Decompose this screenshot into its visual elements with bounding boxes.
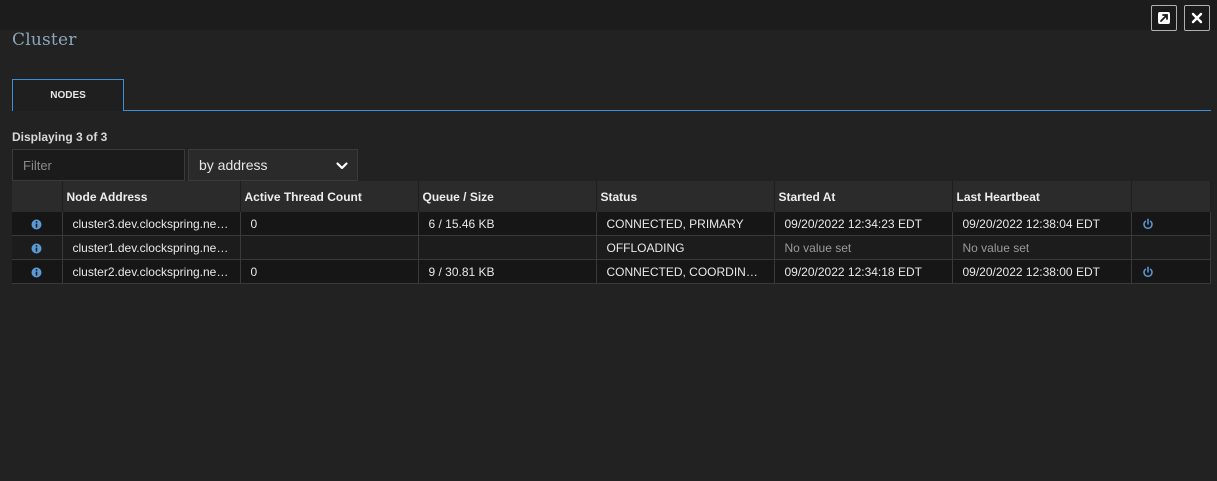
close-icon — [1191, 12, 1203, 24]
started-at-cell: 09/20/2022 12:34:18 EDT — [774, 259, 953, 284]
row-actions-cell — [1131, 235, 1211, 260]
display-count: Displaying 3 of 3 — [12, 130, 108, 144]
started-at-cell: No value set — [774, 235, 953, 260]
popout-icon — [1158, 12, 1170, 24]
tab-nodes[interactable]: NODES — [12, 79, 124, 111]
table-row: cluster3.dev.clockspring.net:... 0 6 / 1… — [12, 212, 1211, 236]
column-header-info — [12, 181, 63, 212]
info-icon[interactable] — [31, 243, 42, 254]
power-icon[interactable] — [1142, 218, 1154, 230]
table-header-row: Node Address Active Thread Count Queue /… — [12, 181, 1211, 212]
status-cell: CONNECTED, COORDINATOR — [596, 259, 775, 284]
queue-size-cell — [418, 235, 597, 260]
popout-button[interactable] — [1151, 5, 1177, 31]
table-row: cluster1.dev.clockspring.net:... OFFLOAD… — [12, 235, 1211, 260]
active-thread-count-cell: 0 — [240, 259, 419, 284]
row-actions-cell — [1131, 212, 1211, 236]
last-heartbeat-cell: 09/20/2022 12:38:04 EDT — [952, 212, 1132, 236]
queue-size-cell: 9 / 30.81 KB — [418, 259, 597, 284]
column-header-node-address[interactable]: Node Address — [62, 181, 241, 212]
page-title: Cluster — [12, 30, 77, 50]
nodes-table: Node Address Active Thread Count Queue /… — [12, 181, 1211, 284]
chevron-down-icon — [336, 162, 348, 170]
started-at-cell: 09/20/2022 12:34:23 EDT — [774, 212, 953, 236]
tabs-underline — [12, 110, 1211, 111]
column-header-last-heartbeat[interactable]: Last Heartbeat — [952, 181, 1132, 212]
cluster-dialog: Cluster NODES Displaying 3 of 3 by addre… — [0, 0, 1217, 481]
dialog-header-bar — [0, 0, 1217, 30]
row-actions-cell — [1131, 259, 1211, 284]
filter-by-value: by address — [199, 157, 268, 173]
column-header-queue-size[interactable]: Queue / Size — [418, 181, 597, 212]
filter-input[interactable] — [12, 149, 185, 181]
power-icon[interactable] — [1142, 266, 1154, 278]
status-cell: CONNECTED, PRIMARY — [596, 212, 775, 236]
row-info-cell — [12, 235, 63, 260]
column-header-status[interactable]: Status — [596, 181, 775, 212]
info-icon[interactable] — [31, 219, 42, 230]
row-info-cell — [12, 259, 63, 284]
queue-size-cell: 6 / 15.46 KB — [418, 212, 597, 236]
active-thread-count-cell — [240, 235, 419, 260]
column-header-actions — [1131, 181, 1211, 212]
node-address-cell: cluster3.dev.clockspring.net:... — [62, 212, 241, 236]
filter-by-select[interactable]: by address — [188, 149, 358, 181]
node-address-cell: cluster2.dev.clockspring.net:... — [62, 259, 241, 284]
close-button[interactable] — [1184, 5, 1210, 31]
active-thread-count-cell: 0 — [240, 212, 419, 236]
info-icon[interactable] — [31, 267, 42, 278]
column-header-started-at[interactable]: Started At — [774, 181, 953, 212]
status-cell: OFFLOADING — [596, 235, 775, 260]
last-heartbeat-cell: 09/20/2022 12:38:00 EDT — [952, 259, 1132, 284]
last-heartbeat-cell: No value set — [952, 235, 1132, 260]
table-row: cluster2.dev.clockspring.net:... 0 9 / 3… — [12, 259, 1211, 284]
row-info-cell — [12, 212, 63, 236]
column-header-active-thread-count[interactable]: Active Thread Count — [240, 181, 419, 212]
node-address-cell: cluster1.dev.clockspring.net:... — [62, 235, 241, 260]
